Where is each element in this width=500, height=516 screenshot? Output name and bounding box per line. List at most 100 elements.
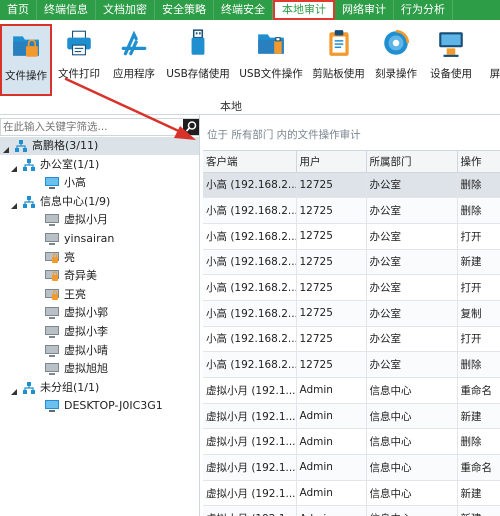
table-cell: 小高 (192.168.2...	[203, 172, 297, 199]
table-cell: 小高 (192.168.2...	[203, 300, 297, 327]
table-row[interactable]: 小高 (192.168.2... 12725 办公室 打开	[203, 326, 500, 353]
tree-node-label: 王亮	[64, 287, 86, 301]
collapse-triangle-icon[interactable]	[10, 161, 18, 172]
menu-tab-3[interactable]: 安全策略	[155, 0, 214, 20]
table-cell: 12725	[296, 274, 367, 301]
table-cell: 打开	[457, 274, 500, 301]
menu-tab-7[interactable]: 行为分析	[394, 0, 453, 20]
table-cell: 办公室	[366, 300, 458, 327]
tree-node[interactable]: 奇异美	[44, 267, 97, 285]
table-row[interactable]: 虚拟小月 (192.1...Admin信息中心新建	[203, 505, 500, 516]
tree-node-label: 虚拟旭旭	[64, 362, 108, 376]
menu-tab-6[interactable]: 网络审计	[335, 0, 394, 20]
ribbon-button-3[interactable]: USB存储使用	[163, 24, 233, 96]
table-row[interactable]: 虚拟小月 (192.1...Admin信息中心新建	[203, 403, 500, 430]
menu-tab-4[interactable]: 终端安全	[214, 0, 273, 20]
table-cell: 删除	[457, 428, 500, 456]
tree-node[interactable]: 虚拟旭旭	[44, 360, 108, 378]
table-cell: 小高 (192.168.2...	[203, 223, 297, 250]
ribbon-button-7[interactable]: 设备使用	[424, 24, 478, 96]
ribbon-button-5[interactable]: 剪贴板使用	[310, 24, 367, 96]
table-row[interactable]: 虚拟小月 (192.1... Admin 信息中心 重命名	[203, 377, 500, 404]
tree-node-label: 办公室(1/1)	[40, 157, 100, 171]
table-cell: 信息中心	[366, 505, 458, 516]
collapse-triangle-icon[interactable]	[2, 142, 10, 153]
ribbon-button-label: 刻录操作	[375, 68, 417, 80]
table-cell: 12725	[296, 351, 367, 378]
tree-node[interactable]: 亮	[44, 249, 75, 267]
tree-node[interactable]: 虚拟小李	[44, 323, 108, 341]
table-row[interactable]: 虚拟小月 (192.1... Admin 信息中心 重命名	[203, 454, 500, 481]
ribbon-button-2[interactable]: 应用程序	[108, 24, 160, 96]
menu-tab-0[interactable]: 首页	[0, 0, 37, 20]
table-row[interactable]: 虚拟小月 (192.1...Admin信息中心新建	[203, 480, 500, 507]
collapse-triangle-icon[interactable]	[10, 198, 18, 209]
pc-offline-icon	[44, 213, 60, 227]
table-cell: 12725	[296, 300, 367, 327]
table-cell: Admin	[296, 428, 367, 456]
ribbon-button-4[interactable]: USB文件操作	[236, 24, 306, 96]
ribbon-group-label: 本地	[220, 100, 242, 113]
table-cell: 办公室	[366, 326, 458, 353]
table-cell: Admin	[296, 505, 367, 516]
column-header[interactable]: 所属部门	[366, 151, 458, 173]
tree-node[interactable]: 信息中心(1/9)	[10, 193, 110, 211]
table-row[interactable]: 小高 (192.168.2... 12725 办公室 打开	[203, 223, 500, 250]
tree-node-label: 虚拟小月	[64, 213, 108, 227]
table-cell: 虚拟小月 (192.1...	[203, 403, 297, 430]
tree-node[interactable]: 虚拟小郭	[44, 304, 108, 322]
tree-node[interactable]: 王亮	[44, 286, 86, 304]
audit-content-panel: 位于 所有部门 内的文件操作审计 客户端 用户 所属部门 操作 小高 (192.168…	[200, 115, 500, 516]
menu-tab-1[interactable]: 终端信息	[37, 0, 96, 20]
column-header[interactable]: 用户	[296, 151, 367, 173]
tree-node[interactable]: DESKTOP-J0IC3G1	[44, 397, 163, 415]
tree-node-label: 虚拟小晴	[64, 343, 108, 357]
table-row[interactable]: 小高 (192.168.2... 12725 办公室 新建	[203, 249, 500, 276]
ribbon-button-1[interactable]: 文件打印	[54, 24, 104, 96]
tree-node[interactable]: yinsairan	[44, 230, 114, 248]
column-header[interactable]: 客户端	[203, 151, 297, 173]
table-row[interactable]: 小高 (192.168.2... 12725 办公室 删除	[203, 351, 500, 378]
top-menu-bar: 首页 终端信息 文档加密 安全策略 终端安全 本地审计 网络审计 行为分析	[0, 0, 500, 20]
table-row[interactable]: 小高 (192.168.2... 12725 办公室 删除	[203, 172, 500, 199]
tree-node-label: 小高	[64, 176, 86, 190]
table-cell: Admin	[296, 403, 367, 430]
ribbon-button-0[interactable]: 文件操作	[0, 24, 52, 96]
table-row[interactable]: 小高 (192.168.2... 12725 办公室 复制	[203, 300, 500, 327]
audit-table-container[interactable]: 客户端 用户 所属部门 操作 小高 (192.168.2... 12725 办公室 删除 小高…	[203, 150, 500, 516]
table-cell: 办公室	[366, 223, 458, 250]
tree-node[interactable]: 高鹏格(3/11)	[0, 137, 199, 155]
table-cell: 小高 (192.168.2...	[203, 326, 297, 353]
search-input[interactable]	[3, 119, 179, 135]
org-icon	[22, 195, 36, 209]
tree-node[interactable]: 办公室(1/1)	[10, 156, 99, 174]
table-cell: 新建	[457, 505, 500, 516]
ribbon-button-8[interactable]: 屏	[488, 24, 500, 96]
search-box	[0, 118, 200, 136]
table-cell: 12725	[296, 249, 367, 276]
tree-node[interactable]: 虚拟小月	[44, 211, 108, 229]
table-cell: 12725	[296, 223, 367, 250]
menu-tab-2[interactable]: 文档加密	[96, 0, 155, 20]
table-cell: 重命名	[457, 377, 500, 404]
menu-tab-5[interactable]: 本地审计	[273, 0, 335, 20]
column-header[interactable]: 操作	[457, 151, 500, 173]
pc-locked-icon	[44, 269, 60, 283]
table-cell: 删除	[457, 197, 500, 224]
table-cell: 信息中心	[366, 403, 458, 430]
ribbon-button-6[interactable]: 刻录操作	[371, 24, 421, 96]
table-cell: Admin	[296, 454, 367, 481]
table-cell: Admin	[296, 480, 367, 507]
tree-node-label: 奇异美	[64, 269, 97, 283]
pc-offline-icon	[44, 232, 60, 246]
tree-node[interactable]: 未分组(1/1)	[10, 379, 99, 397]
table-row[interactable]: 虚拟小月 (192.1... Admin 信息中心 删除	[203, 428, 500, 456]
tree-node-label: 信息中心(1/9)	[40, 194, 111, 208]
table-row[interactable]: 小高 (192.168.2... 12725 办公室 打开	[203, 274, 500, 301]
table-cell: 虚拟小月 (192.1...	[203, 377, 297, 404]
tree-node[interactable]: 虚拟小晴	[44, 342, 108, 360]
table-row[interactable]: 小高 (192.168.2... 12725 办公室 删除	[203, 197, 500, 224]
search-button[interactable]	[183, 119, 199, 135]
tree-node[interactable]: 小高	[44, 174, 86, 192]
collapse-triangle-icon[interactable]	[10, 384, 18, 395]
